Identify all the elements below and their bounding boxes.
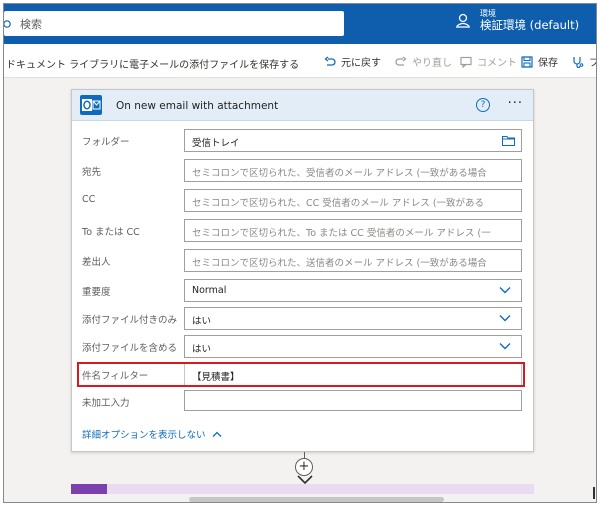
field-label: To または CC (82, 227, 140, 238)
chevron-down-icon (499, 287, 511, 294)
command-bar: ドキュメント ライブラリに電子メールの添付ファイルを保存する 元に戻す やり直し… (4, 44, 596, 78)
advanced-options-toggle[interactable]: 詳細オプションを表示しない (82, 427, 222, 441)
redo-button[interactable]: やり直し (395, 54, 452, 69)
undo-icon (324, 55, 336, 66)
field-label: フォルダー (82, 137, 130, 148)
field-placeholder: セミコロンで区切られた、受信者のメール アドレス (一致がある場合 (192, 168, 487, 179)
field-label: CC (82, 194, 96, 205)
search-box[interactable]: 検索 (4, 11, 344, 36)
chevron-down-icon (499, 315, 511, 322)
importance-dropdown[interactable]: Normal (184, 279, 522, 302)
field-value: 受信トレイ (192, 138, 240, 149)
comment-icon (460, 56, 472, 68)
field-placeholder: セミコロンで区切られた、送信者のメール アドレス (一致がある場合 (192, 258, 487, 269)
trigger-card: On new email with attachment ? ··· フォルダー… (71, 89, 534, 452)
flow-checker-label: フ (589, 54, 596, 69)
save-label: 保存 (538, 58, 558, 69)
to-field[interactable]: セミコロンで区切られた、受信者のメール アドレス (一致がある場合 (184, 159, 522, 182)
field-label: 差出人 (82, 257, 111, 268)
chevron-down-icon (499, 343, 511, 350)
trigger-card-header[interactable]: On new email with attachment ? ··· (72, 90, 533, 121)
cc-field[interactable]: セミコロンで区切られた、CC 受信者のメール アドレス (一致がある (184, 189, 522, 212)
field-row-to: 宛先 セミコロンで区切られた、受信者のメール アドレス (一致がある場合 (72, 157, 535, 184)
field-row-raw-input: 未加工入力 (72, 388, 535, 415)
screenshot-frame: 検索 環境 検証環境 (default) ドキュメント ライブラリに電子メールの… (3, 3, 597, 503)
field-placeholder: セミコロンで区切られた、To または CC 受信者のメール アドレス (一 (192, 228, 491, 239)
flow-checker-button[interactable]: フ (572, 54, 596, 69)
to-or-cc-field[interactable]: セミコロンで区切られた、To または CC 受信者のメール アドレス (一 (184, 219, 522, 242)
flow-name: ドキュメント ライブラリに電子メールの添付ファイルを保存する (6, 60, 300, 71)
redo-icon (395, 55, 407, 66)
field-row-to-or-cc: To または CC セミコロンで区切られた、To または CC 受信者のメール … (72, 217, 535, 244)
clipped-caption (4, 500, 134, 506)
only-with-attachments-dropdown[interactable]: はい (184, 307, 522, 330)
search-icon (4, 19, 11, 28)
subject-filter-highlight (77, 362, 525, 387)
chevron-up-icon (212, 431, 221, 437)
field-value: Normal (192, 285, 227, 296)
save-button[interactable]: 保存 (521, 54, 558, 69)
environment-icon (456, 13, 470, 28)
app-header: 検索 環境 検証環境 (default) (4, 4, 596, 44)
field-value: はい (192, 316, 212, 327)
field-placeholder: セミコロンで区切られた、CC 受信者のメール アドレス (一致がある (192, 198, 485, 209)
redo-label: やり直し (412, 58, 452, 69)
undo-label: 元に戻す (341, 58, 381, 69)
scrollbar-thumb[interactable] (189, 497, 444, 502)
field-value: はい (192, 344, 212, 355)
designer-canvas: On new email with attachment ? ··· フォルダー… (4, 79, 596, 502)
raw-input-field[interactable] (184, 390, 522, 411)
edge-mark (593, 487, 595, 499)
include-attachments-dropdown[interactable]: はい (184, 335, 522, 358)
help-icon[interactable]: ? (476, 98, 490, 112)
more-options-icon[interactable]: ··· (508, 96, 523, 111)
undo-button[interactable]: 元に戻す (324, 54, 381, 69)
field-label: 宛先 (82, 167, 102, 178)
field-row-importance: 重要度 Normal (72, 277, 535, 304)
field-label: 重要度 (82, 287, 111, 298)
outlook-icon (80, 95, 102, 115)
field-row-folder: フォルダー 受信トレイ (72, 127, 535, 154)
save-icon (521, 55, 533, 68)
folder-icon[interactable] (502, 135, 515, 146)
field-label: 添付ファイルを含める (82, 343, 178, 354)
comment-button[interactable]: コメント (460, 54, 517, 69)
trigger-title: On new email with attachment (116, 100, 279, 112)
field-label: 添付ファイル付きのみ (82, 315, 178, 326)
environment-name: 検証環境 (default) (480, 17, 580, 32)
from-field[interactable]: セミコロンで区切られた、送信者のメール アドレス (一致がある場合 (184, 249, 522, 272)
field-row-from: 差出人 セミコロンで区切られた、送信者のメール アドレス (一致がある場合 (72, 247, 535, 274)
comment-label: コメント (477, 58, 517, 69)
stethoscope-icon (573, 56, 584, 68)
folder-field[interactable]: 受信トレイ (184, 129, 522, 152)
insert-step-button[interactable]: + (295, 458, 313, 476)
field-row-only-with-attachments: 添付ファイル付きのみ はい (72, 305, 535, 332)
field-row-include-attachments: 添付ファイルを含める はい (72, 333, 535, 360)
field-row-cc: CC セミコロンで区切られた、CC 受信者のメール アドレス (一致がある (72, 187, 535, 214)
environment-picker[interactable]: 環境 検証環境 (default) (454, 9, 579, 32)
field-label: 未加工入力 (82, 398, 130, 409)
search-input[interactable]: 検索 (20, 16, 42, 32)
advanced-options-label: 詳細オプションを表示しない (82, 430, 206, 441)
